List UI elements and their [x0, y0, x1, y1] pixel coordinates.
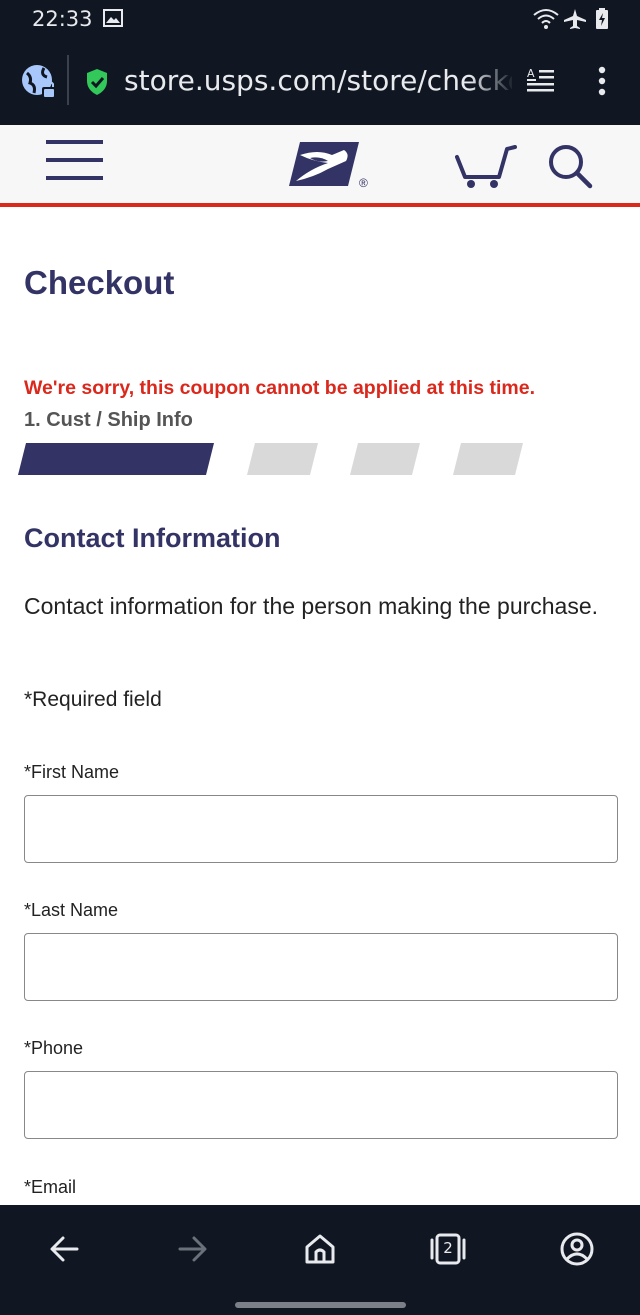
contact-section-title: Contact Information: [24, 523, 281, 553]
site-settings-icon[interactable]: [20, 63, 58, 106]
coupon-error-message: We're sorry, this coupon cannot be appli…: [24, 377, 535, 399]
gesture-handle[interactable]: [235, 1302, 406, 1308]
progress-step-3: [350, 443, 420, 475]
account-icon[interactable]: [557, 1229, 597, 1269]
status-bar: 22:33: [0, 0, 640, 38]
status-time: 22:33: [32, 7, 93, 31]
header-divider: [0, 203, 640, 207]
checkout-step-label: 1. Cust / Ship Info: [24, 409, 193, 431]
cart-icon[interactable]: [455, 143, 517, 194]
progress-step-2: [247, 443, 318, 475]
tabs-icon[interactable]: 2: [428, 1229, 468, 1269]
url-field[interactable]: store.usps.com/store/checkout: [124, 64, 512, 97]
first-name-label: *First Name: [24, 762, 120, 782]
first-name-input[interactable]: [24, 795, 618, 863]
airplane-icon: [563, 8, 587, 35]
progress-step-4: [453, 443, 523, 475]
contact-section-description: Contact information for the person makin…: [24, 593, 599, 619]
site-header: ®: [0, 125, 640, 203]
progress-step-1: [18, 443, 214, 475]
url-divider: [67, 55, 69, 105]
registered-mark: ®: [359, 176, 368, 190]
more-menu-icon[interactable]: [595, 66, 609, 101]
last-name-input[interactable]: [24, 933, 618, 1001]
browser-bottom-bar: 2: [0, 1205, 640, 1315]
browser-toolbar: store.usps.com/store/checkout A: [0, 38, 640, 125]
tab-count: 2: [443, 1239, 453, 1257]
url-fade: [470, 58, 515, 102]
page-title: Checkout: [24, 264, 175, 301]
usps-eagle-logo[interactable]: [288, 141, 360, 194]
checkout-progress: [18, 443, 528, 482]
phone-input[interactable]: [24, 1071, 618, 1139]
svg-text:A: A: [527, 67, 535, 80]
required-field-note: *Required field: [24, 688, 162, 711]
image-notification-icon: [103, 8, 123, 33]
secure-shield-icon[interactable]: [85, 68, 109, 101]
wifi-icon: [532, 8, 560, 35]
phone-label: *Phone: [24, 1038, 84, 1058]
hamburger-menu-icon[interactable]: [46, 139, 103, 186]
email-label: *Email: [24, 1177, 77, 1197]
home-icon[interactable]: [300, 1229, 340, 1269]
last-name-label: *Last Name: [24, 900, 119, 920]
forward-arrow-icon[interactable]: [172, 1229, 212, 1269]
search-icon[interactable]: [547, 143, 593, 194]
battery-icon: [595, 8, 609, 35]
back-arrow-icon[interactable]: [45, 1229, 85, 1269]
reader-mode-icon[interactable]: A: [526, 66, 556, 101]
